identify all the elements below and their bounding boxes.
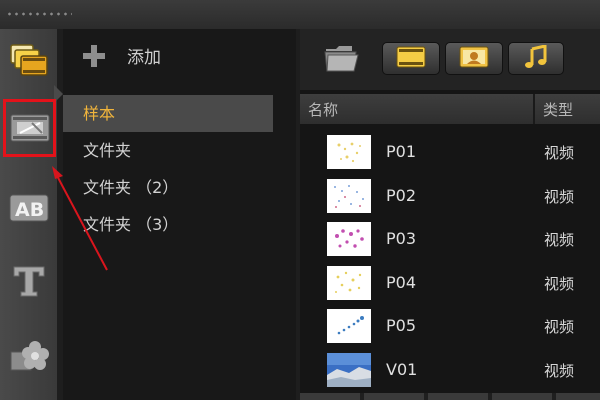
column-divider[interactable] <box>533 94 535 124</box>
plus-icon <box>83 44 105 67</box>
media-type: 视频 <box>544 274 575 293</box>
video-transition-icon <box>10 113 50 143</box>
media-row[interactable]: P03 视频 <box>300 219 600 263</box>
media-row[interactable]: P02 视频 <box>300 176 600 220</box>
audio-filter-button[interactable] <box>508 42 564 75</box>
photo-filter-icon <box>459 46 489 72</box>
column-type-header[interactable]: 类型 <box>543 99 573 120</box>
thumbnail <box>327 352 371 387</box>
media-row[interactable]: P01 视频 <box>300 132 600 176</box>
column-name-header[interactable]: 名称 <box>308 99 338 120</box>
media-library-icon <box>9 43 49 77</box>
folder-item[interactable]: 文件夹 （2） <box>63 169 273 206</box>
open-folder-icon[interactable] <box>324 43 360 77</box>
top-bar <box>0 0 600 29</box>
thumbnail <box>327 178 371 213</box>
library-panel: 添加 样本 文件夹 文件夹 （2） 文件夹 （3） <box>63 29 296 400</box>
photo-filter-button[interactable] <box>445 42 503 75</box>
folder-item[interactable]: 文件夹 （3） <box>63 206 273 243</box>
media-list: P01 视频 P02 视频 P03 视频 P04 视频 P05 视频 V01 视… <box>300 132 600 394</box>
media-type: 视频 <box>544 231 575 250</box>
video-transition-button[interactable] <box>3 99 56 157</box>
folder-list: 样本 文件夹 文件夹 （2） 文件夹 （3） <box>63 95 296 243</box>
media-type: 视频 <box>544 361 575 380</box>
media-row[interactable]: P04 视频 <box>300 263 600 307</box>
svg-text:AB: AB <box>15 199 44 221</box>
drag-grip[interactable] <box>6 11 72 17</box>
text-t-icon <box>11 264 47 298</box>
media-name: P01 <box>386 142 417 161</box>
add-folder-button[interactable]: 添加 <box>63 29 296 82</box>
media-row[interactable]: V01 视频 <box>300 350 600 394</box>
thumbnail <box>327 309 371 344</box>
media-name: P04 <box>386 272 417 292</box>
media-panel: 名称 类型 P01 视频 P02 视频 P03 视频 P04 视频 P05 视频… <box>300 29 600 400</box>
effects-button[interactable] <box>4 332 54 380</box>
media-library-button[interactable] <box>4 36 54 84</box>
media-row[interactable]: P05 视频 <box>300 306 600 350</box>
thumbnail <box>327 265 371 300</box>
horizontal-scrollbar[interactable] <box>300 393 600 400</box>
media-type: 视频 <box>544 187 575 206</box>
add-folder-label: 添加 <box>127 48 161 68</box>
media-name: P03 <box>386 229 417 249</box>
media-type: 视频 <box>544 144 575 162</box>
title-button[interactable]: AB <box>4 184 54 232</box>
audio-filter-icon <box>523 43 549 73</box>
media-toolbar <box>300 29 600 90</box>
thumbnail <box>327 222 371 257</box>
media-name: P05 <box>386 316 417 336</box>
media-type: 视频 <box>544 318 575 337</box>
video-filter-icon <box>396 46 426 72</box>
flower-effects-icon <box>9 338 49 374</box>
video-filter-button[interactable] <box>382 42 440 75</box>
folder-item[interactable]: 文件夹 <box>63 132 273 169</box>
text-button[interactable] <box>4 257 54 305</box>
media-name: P02 <box>386 185 417 205</box>
media-name: V01 <box>386 359 418 379</box>
left-icon-rail: AB <box>0 29 63 400</box>
folder-item-sample[interactable]: 样本 <box>63 95 273 132</box>
thumbnail <box>327 135 371 169</box>
ab-title-icon: AB <box>9 193 49 223</box>
column-header: 名称 类型 <box>300 94 600 124</box>
